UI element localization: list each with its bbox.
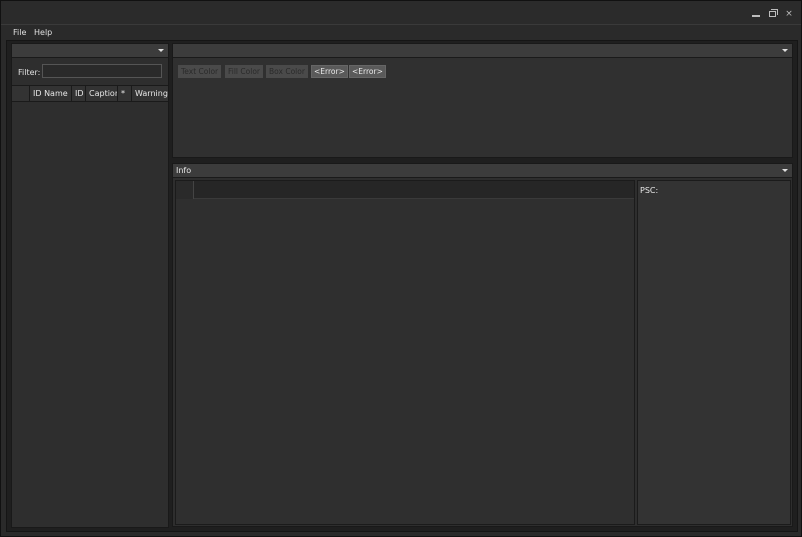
text-color-button[interactable]: Text Color [178, 65, 222, 78]
info-title: Info [176, 166, 192, 175]
fill-color-button[interactable]: Fill Color [225, 65, 263, 78]
style-panel-dropdown[interactable] [173, 44, 792, 58]
error-button-2[interactable]: <Error> [349, 65, 386, 78]
psc-pane: PSC: [637, 180, 791, 525]
left-panel-dropdown[interactable] [12, 44, 168, 58]
chevron-down-icon [158, 49, 164, 52]
menu-file[interactable]: File [13, 28, 26, 37]
left-panel: Filter: ID Name ID Caption * Warning [11, 43, 169, 528]
close-button[interactable]: × [784, 9, 794, 19]
info-panel-header[interactable]: Info [173, 164, 792, 178]
box-color-button[interactable]: Box Color [266, 65, 308, 78]
id-grid-header: ID Name ID Caption * Warning [12, 85, 168, 102]
column-star[interactable]: * [117, 86, 131, 102]
menu-help[interactable]: Help [34, 28, 52, 37]
minimize-icon [752, 15, 760, 17]
column-caption[interactable]: Caption [85, 86, 117, 102]
restore-icon [769, 11, 776, 17]
menu-bar: File Help [1, 26, 801, 40]
restore-button[interactable] [768, 9, 778, 19]
chevron-down-icon [782, 49, 788, 52]
chevron-down-icon [782, 169, 788, 172]
error-button-1[interactable]: <Error> [311, 65, 348, 78]
column-id-name[interactable]: ID Name [29, 86, 71, 102]
row-selector-header[interactable] [12, 86, 29, 102]
style-panel: Text Color Fill Color Box Color <Error> … [172, 43, 793, 158]
info-panel: Info PSC: [172, 163, 793, 527]
info-grid-corner[interactable] [176, 181, 194, 199]
column-id[interactable]: ID [71, 86, 85, 102]
minimize-button[interactable] [751, 9, 761, 19]
close-icon: × [785, 9, 793, 19]
id-grid-body[interactable] [12, 102, 168, 527]
filter-label: Filter: [18, 68, 41, 77]
filter-input[interactable] [42, 64, 162, 78]
info-grid-header [176, 181, 634, 199]
column-warning[interactable]: Warning [131, 86, 168, 102]
title-bar: × [1, 1, 801, 25]
info-grid[interactable] [175, 180, 635, 525]
app-window: × File Help Filter: ID Name ID Caption *… [0, 0, 802, 537]
psc-label: PSC: [640, 186, 659, 195]
